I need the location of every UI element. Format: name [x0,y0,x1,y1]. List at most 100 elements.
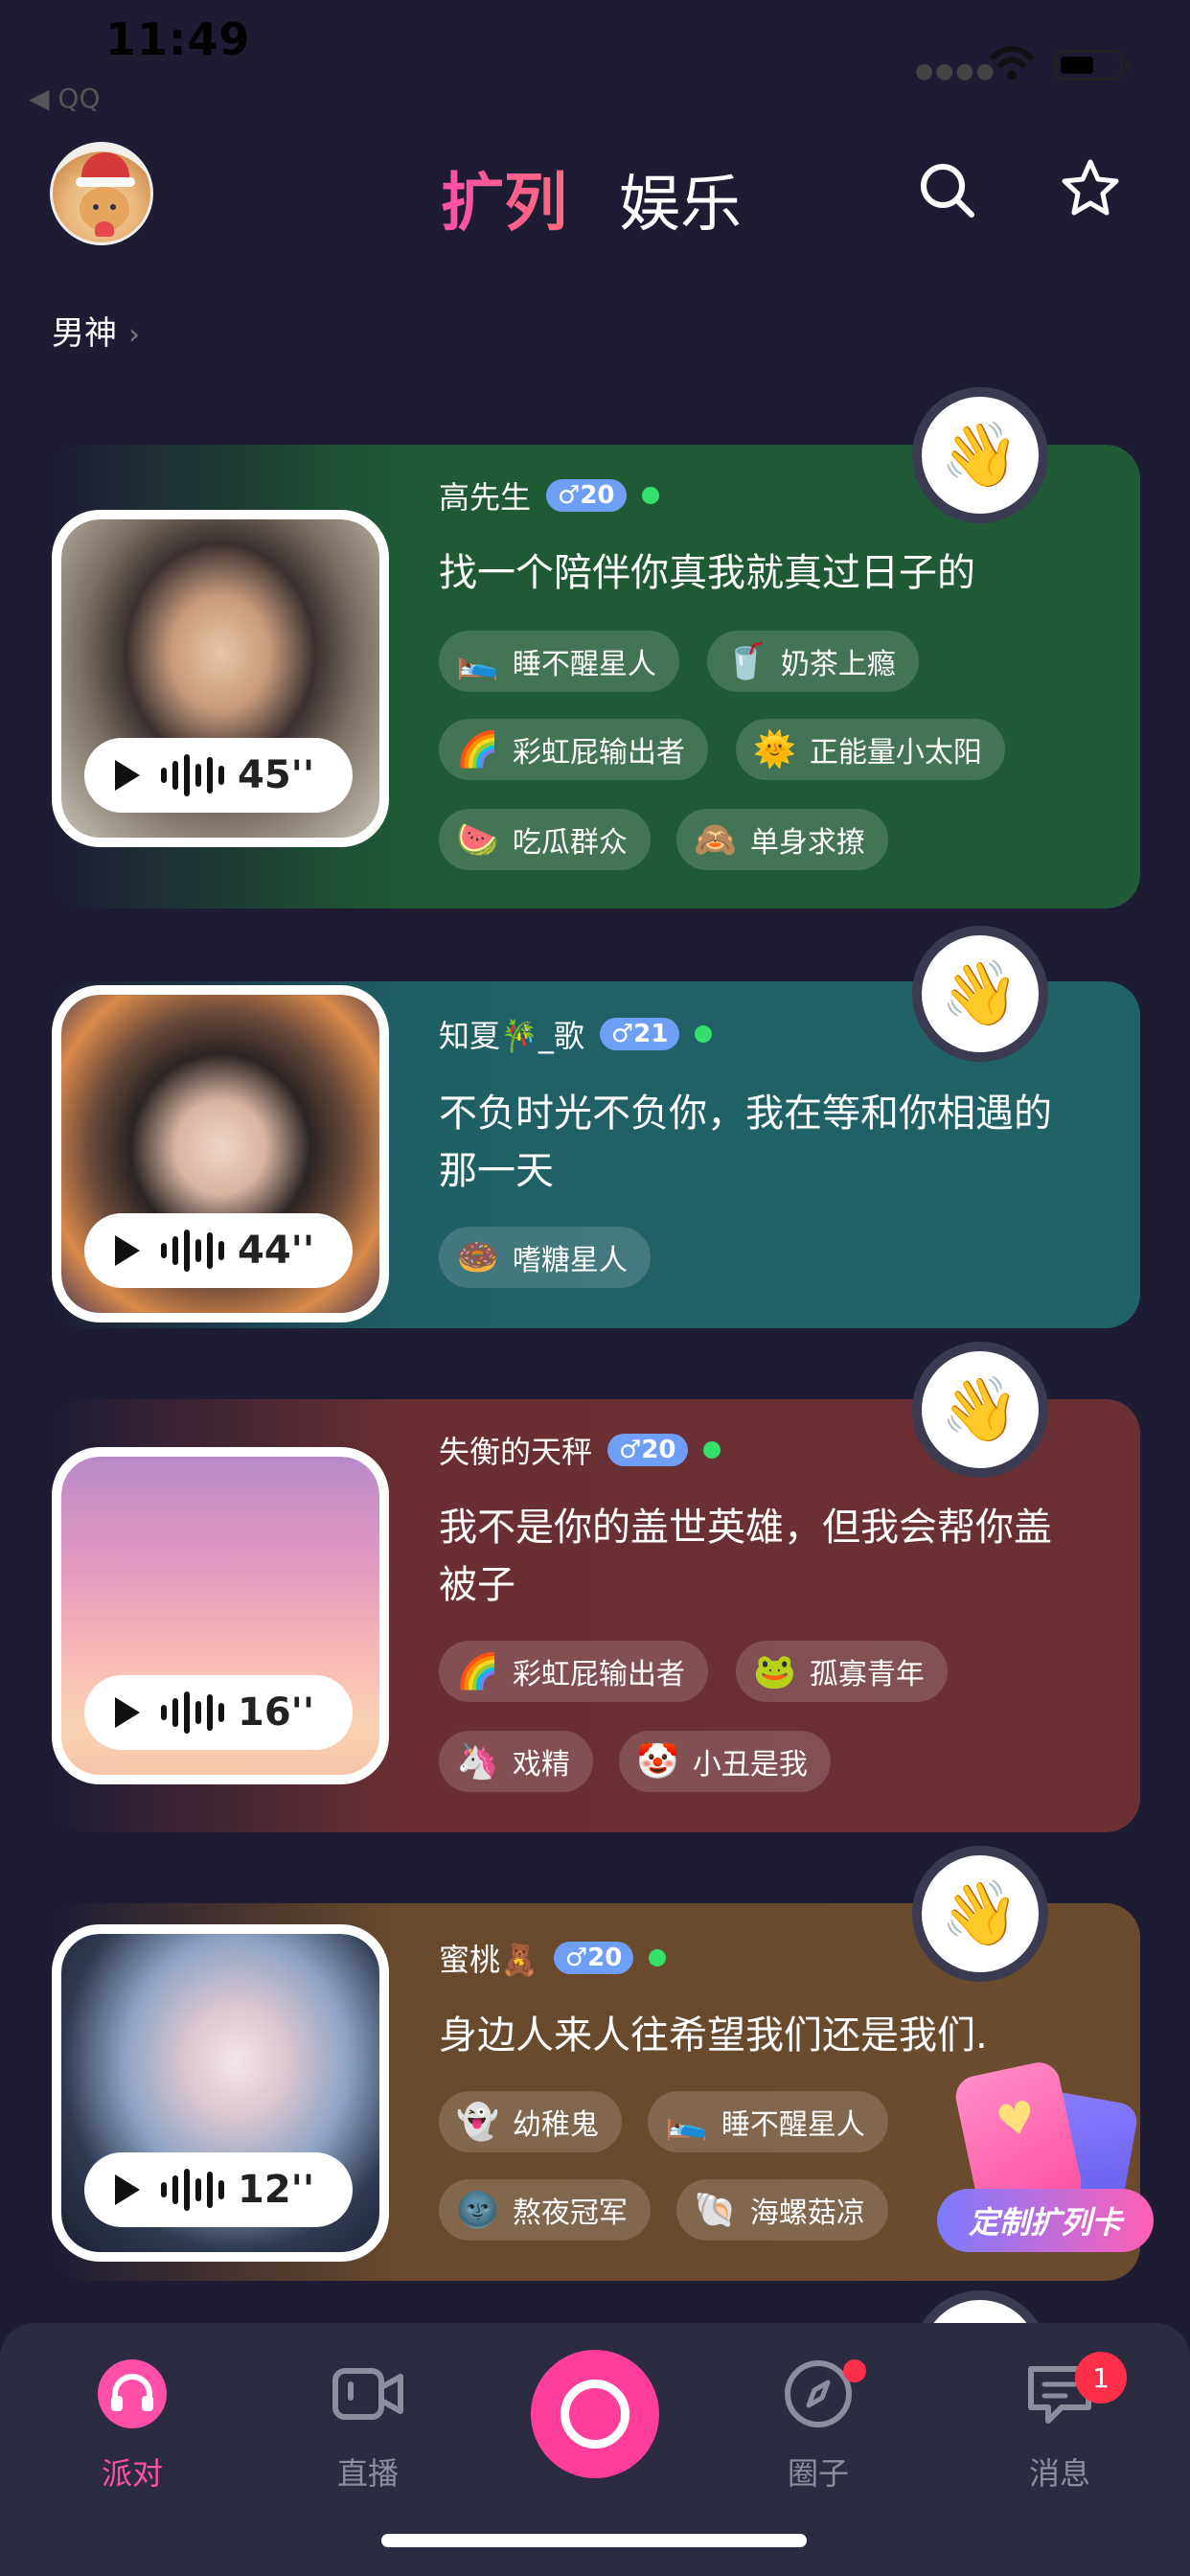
create-room-button[interactable] [531,2350,659,2478]
profile-photo[interactable]: 45'' [52,510,389,847]
nav-live[interactable]: 直播 [301,2358,435,2492]
rainbow-icon: 🌈 [456,730,499,770]
tab-entertainment[interactable]: 娱乐 [619,155,742,243]
interest-tag[interactable]: 🍩 嗜糖星人 [439,1227,651,1288]
camera-lens-icon [561,2380,629,2449]
gender-age-badge: ♂20 [546,479,627,512]
interest-tag[interactable]: 🌈 彩虹屁输出者 [439,1641,708,1702]
ghost-icon: 👻 [456,2103,499,2142]
star-icon[interactable] [1060,157,1121,218]
wifi-icon [990,46,1034,80]
profile-bio: 身边人来人往希望我们还是我们. [439,2013,988,2058]
tag-label: 海螺菇凉 [749,2196,865,2230]
video-camera-icon [332,2368,403,2420]
interest-tag[interactable]: 🤡 小丑是我 [619,1731,831,1792]
frog-icon: 🐸 [753,1652,796,1691]
tag-label: 吃瓜群众 [512,826,628,860]
profile-name-row: 知夏🎋_歌 ♂21 [439,1012,713,1056]
profile-bio: 找一个陪伴你真我就真过日子的 [439,551,975,595]
nav-label: 直播 [336,2455,399,2492]
battery-icon [1054,50,1130,80]
tag-label: 睡不醒星人 [721,2108,865,2142]
interest-tag[interactable]: 🛌 睡不醒星人 [648,2091,888,2152]
profile-photo[interactable]: 44'' [52,985,389,1322]
nav-label: 派对 [101,2455,163,2492]
nav-label: 消息 [1028,2455,1090,2492]
waving-hand-icon: 👋 [940,956,1020,1030]
cellular-signal-icon: ●●●● [915,59,996,83]
interest-tag[interactable]: 🛌 睡不醒星人 [439,631,679,692]
interest-tag[interactable]: 🥤 奶茶上瘾 [707,631,919,692]
rainbow-icon: 🌈 [456,1652,499,1691]
play-icon [115,1235,140,1266]
home-indicator[interactable] [381,2534,807,2547]
interest-tag[interactable]: 🌞 正能量小太阳 [736,719,1005,780]
interest-tag[interactable]: 👻 幼稚鬼 [439,2091,622,2152]
clown-icon: 🤡 [636,1742,679,1782]
profile-name: 高先生 [439,479,532,516]
voice-intro-button[interactable]: 44'' [84,1213,353,1288]
tag-label: 彩虹屁输出者 [512,736,685,770]
wave-hello-button[interactable]: 👋 [912,1342,1048,1478]
custom-kuolie-card-button[interactable]: ♥ 定制扩列卡 [937,2058,1157,2260]
waving-hand-icon: 👋 [940,418,1020,492]
profile-photo[interactable]: 16'' [52,1447,389,1784]
tag-label: 孤寡青年 [809,1658,925,1691]
bed-icon: 🛌 [456,642,499,681]
search-icon[interactable] [918,161,977,220]
tab-kuolie[interactable]: 扩列 [441,151,567,243]
profile-photo[interactable]: 12'' [52,1924,389,2262]
gender-age-badge: ♂20 [607,1434,688,1466]
soundwave-icon [161,1691,224,1734]
see-no-evil-monkey-icon: 🙈 [694,820,737,860]
play-icon [115,760,140,791]
custom-card-label: 定制扩列卡 [937,2189,1154,2252]
play-icon [115,1697,140,1728]
unicorn-icon: 🦄 [456,1742,499,1782]
tag-label: 单身求撩 [749,826,865,860]
profile-name: 蜜桃🧸 [439,1942,538,1978]
wave-hello-button[interactable]: 👋 [912,926,1048,1062]
online-indicator [695,1025,713,1043]
sun-icon: 🌞 [753,730,796,770]
online-indicator [702,1441,721,1459]
tag-label: 嗜糖星人 [512,1244,628,1277]
interest-tag[interactable]: 🍉 吃瓜群众 [439,809,651,870]
filter-label: 男神 [52,314,117,353]
nav-label: 圈子 [787,2455,849,2492]
profile-name: 失衡的天秤 [439,1434,593,1470]
bed-icon: 🛌 [665,2103,708,2142]
tag-label: 奶茶上瘾 [780,648,896,681]
play-icon [115,2174,140,2205]
headphones-icon [98,2359,167,2428]
back-to-app-link[interactable]: ◀ QQ [29,82,101,114]
interest-tag[interactable]: 🌈 彩虹屁输出者 [439,719,708,780]
voice-duration: 12'' [238,2168,315,2212]
new-moon-face-icon: 🌚 [456,2191,499,2230]
soundwave-icon [161,2169,224,2211]
waving-hand-icon: 👋 [940,1372,1020,1446]
voice-intro-button[interactable]: 45'' [84,738,353,813]
milk-tea-icon: 🥤 [724,642,767,681]
interest-tag[interactable]: 🙈 单身求撩 [676,809,888,870]
voice-intro-button[interactable]: 12'' [84,2152,353,2227]
voice-duration: 16'' [238,1690,315,1735]
online-indicator [641,487,659,504]
profile-bio: 我不是你的盖世英雄，但我会帮你盖被子 [439,1506,1052,1607]
message-count-badge: 1 [1075,2352,1127,2404]
voice-intro-button[interactable]: 16'' [84,1675,353,1750]
gender-filter[interactable]: 男神 › [52,307,140,354]
interest-tag[interactable]: 🐚 海螺菇凉 [676,2179,888,2241]
wave-hello-button[interactable]: 👋 [912,387,1048,523]
nav-party[interactable]: 派对 [65,2358,199,2492]
notification-dot [843,2359,866,2382]
profile-bio: 不负时光不负你，我在等和你相遇的那一天 [439,1092,1052,1193]
voice-duration: 44'' [238,1229,315,1273]
profile-name-row: 失衡的天秤 ♂20 [439,1428,721,1472]
interest-tag[interactable]: 🌚 熬夜冠军 [439,2179,651,2241]
interest-tag[interactable]: 🐸 孤寡青年 [736,1641,948,1702]
profile-name-row: 蜜桃🧸 ♂20 [439,1936,667,1980]
user-avatar[interactable] [50,142,153,245]
wave-hello-button[interactable]: 👋 [912,1846,1048,1982]
interest-tag[interactable]: 🦄 戏精 [439,1731,593,1792]
